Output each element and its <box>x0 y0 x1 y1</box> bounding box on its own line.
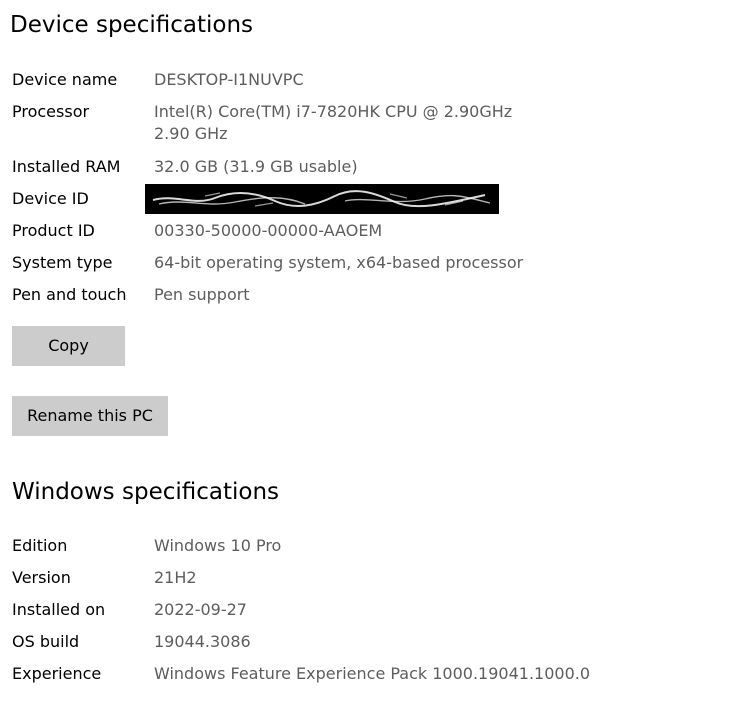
product-id-label: Product ID <box>12 221 95 240</box>
version-value: 21H2 <box>154 568 197 587</box>
os-build-value: 19044.3086 <box>154 632 251 651</box>
device-name-value: DESKTOP-I1NUVPC <box>154 70 304 89</box>
redaction-scribble <box>152 190 491 208</box>
installed-ram-label: Installed RAM <box>12 157 121 176</box>
version-label: Version <box>12 568 71 587</box>
device-specifications-heading: Device specifications <box>10 12 254 38</box>
os-build-label: OS build <box>12 632 80 651</box>
spec-row-processor: Processor Intel(R) Core(TM) i7-7820HK CP… <box>12 101 612 143</box>
experience-label: Experience <box>12 664 102 683</box>
device-name-label: Device name <box>12 70 118 89</box>
copy-button[interactable]: Copy <box>12 326 125 366</box>
spec-row-device-id: Device ID <box>12 184 612 214</box>
experience-value: Windows Feature Experience Pack 1000.190… <box>154 664 591 683</box>
windows-specifications-heading: Windows specifications <box>12 479 280 505</box>
spec-row-version: Version 21H2 <box>12 567 612 591</box>
spec-row-os-build: OS build 19044.3086 <box>12 631 612 655</box>
edition-label: Edition <box>12 536 68 555</box>
processor-value: Intel(R) Core(TM) i7-7820HK CPU @ 2.90GH… <box>154 102 528 143</box>
spec-row-edition: Edition Windows 10 Pro <box>12 535 612 559</box>
device-id-label: Device ID <box>12 189 89 208</box>
spec-row-pen-and-touch: Pen and touch Pen support <box>12 284 612 308</box>
spec-row-experience: Experience Windows Feature Experience Pa… <box>12 663 612 687</box>
spec-row-product-id: Product ID 00330-50000-00000-AAOEM <box>12 220 612 244</box>
spec-row-device-name: Device name DESKTOP-I1NUVPC <box>12 69 612 93</box>
pen-and-touch-value: Pen support <box>154 285 250 304</box>
spec-row-system-type: System type 64-bit operating system, x64… <box>12 252 612 276</box>
installed-ram-value: 32.0 GB (31.9 GB usable) <box>154 157 358 176</box>
system-type-label: System type <box>12 253 113 272</box>
spec-row-installed-on: Installed on 2022-09-27 <box>12 599 612 623</box>
installed-on-label: Installed on <box>12 600 106 619</box>
rename-this-pc-button[interactable]: Rename this PC <box>12 396 168 436</box>
processor-label: Processor <box>12 102 90 121</box>
product-id-value: 00330-50000-00000-AAOEM <box>154 221 383 240</box>
installed-on-value: 2022-09-27 <box>154 600 247 619</box>
device-id-redaction <box>145 184 499 214</box>
edition-value: Windows 10 Pro <box>154 536 282 555</box>
pen-and-touch-label: Pen and touch <box>12 285 127 304</box>
spec-row-installed-ram: Installed RAM 32.0 GB (31.9 GB usable) <box>12 156 612 180</box>
system-type-value: 64-bit operating system, x64-based proce… <box>154 253 524 272</box>
